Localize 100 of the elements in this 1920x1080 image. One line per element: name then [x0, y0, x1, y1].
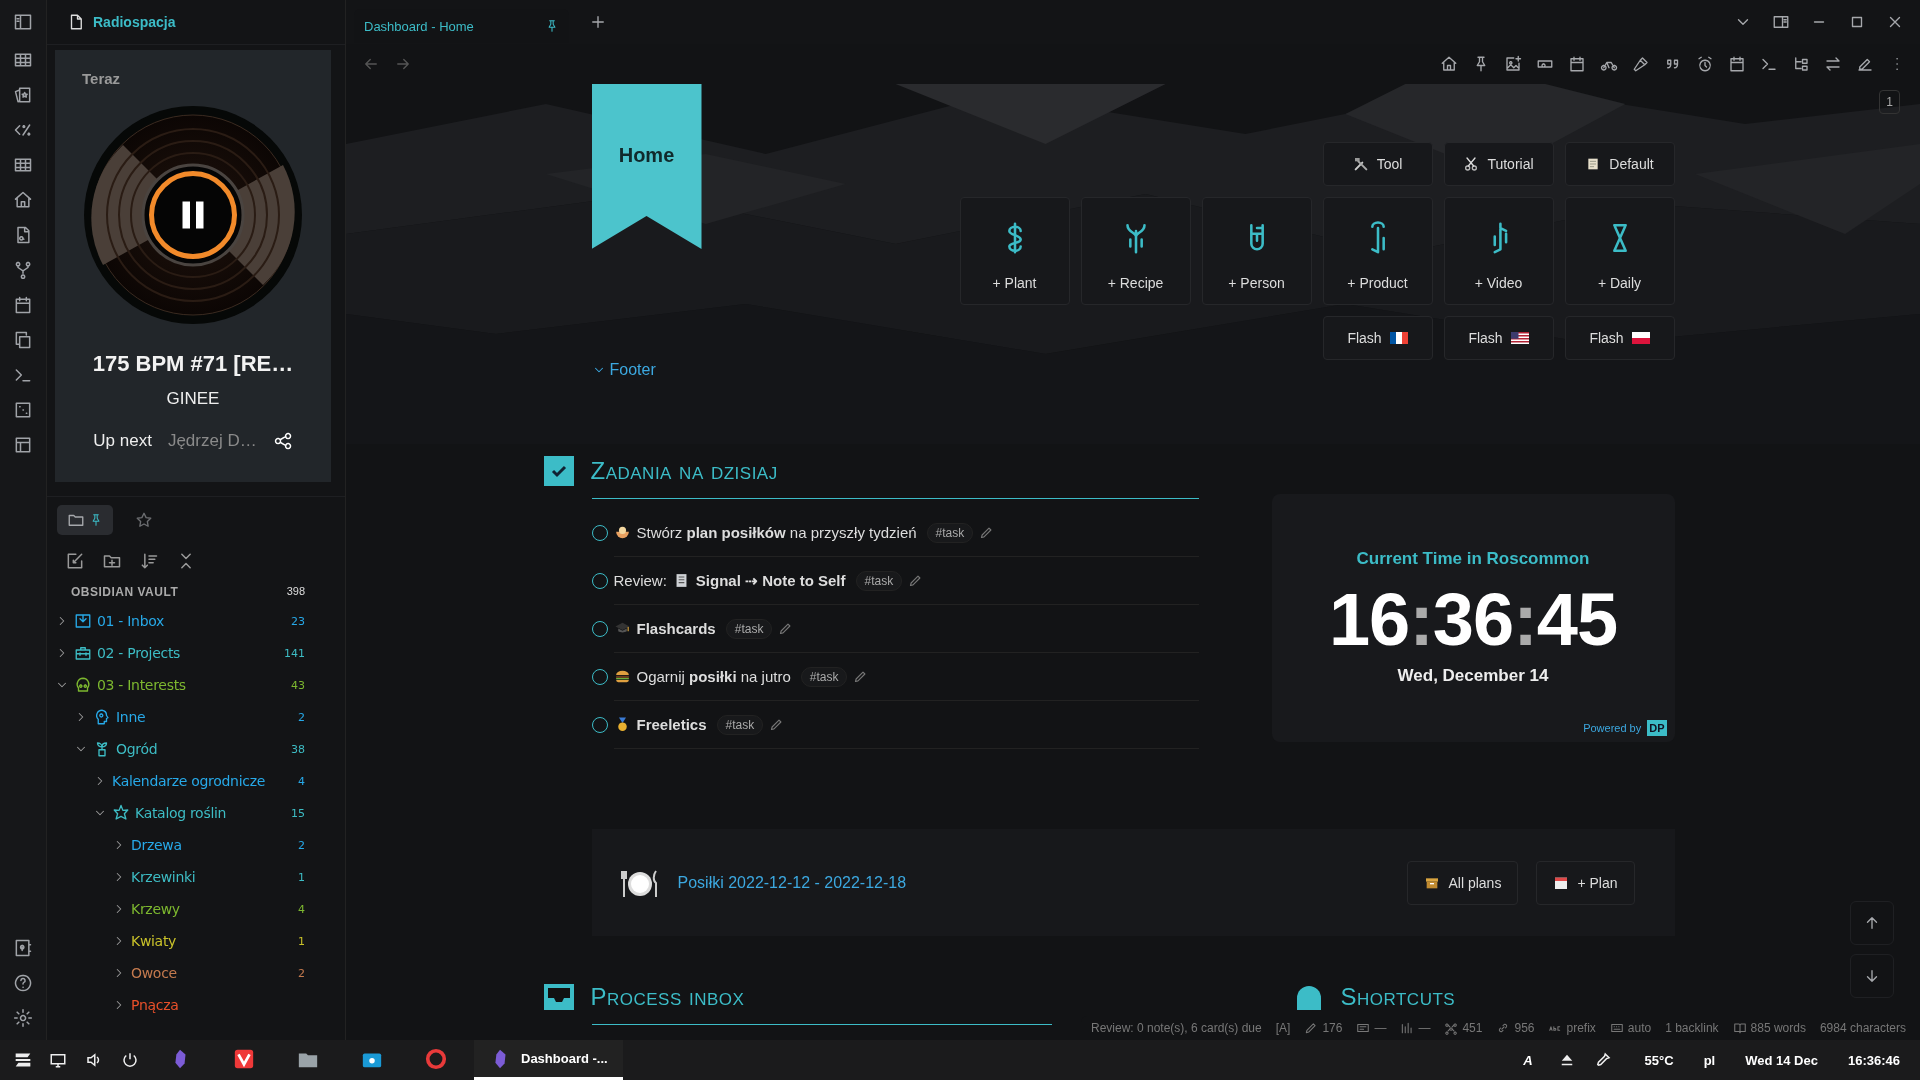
tree-icon[interactable]: [1792, 55, 1810, 73]
table-icon[interactable]: [13, 50, 33, 70]
help-icon[interactable]: [13, 973, 33, 993]
status-text[interactable]: 451: [1462, 1021, 1483, 1035]
clock-title: Current Time in Roscommon: [1356, 549, 1590, 569]
flashcards-button[interactable]: Flash: [1443, 316, 1554, 360]
folder-name[interactable]: Krzewinki: [131, 869, 196, 885]
create-button[interactable]: + Plant: [959, 197, 1070, 305]
task-tag[interactable]: #task: [926, 522, 974, 543]
folder-name[interactable]: Kalendarze ogrodnicze: [112, 773, 265, 789]
calendar-icon[interactable]: [1728, 55, 1746, 73]
powered-by-text: Powered by: [1583, 722, 1642, 734]
language[interactable]: pl: [1703, 1052, 1716, 1068]
status-text[interactable]: 6984 characters: [1819, 1021, 1906, 1035]
meal-plan-button[interactable]: All plans: [1407, 860, 1519, 905]
table-icon[interactable]: [13, 155, 33, 175]
calendar-icon[interactable]: [1568, 55, 1586, 73]
power-icon[interactable]: [121, 1051, 139, 1069]
time[interactable]: 16:36:46: [1847, 1052, 1900, 1068]
star-icon: [135, 511, 153, 529]
alarm-clock-icon[interactable]: [1696, 55, 1714, 73]
share-icon[interactable]: [272, 431, 293, 451]
settings-icon[interactable]: [13, 1008, 33, 1028]
note-title[interactable]: Radiospacja: [93, 14, 176, 30]
note-count: 4: [298, 902, 305, 916]
status-text[interactable]: 956: [1514, 1021, 1535, 1035]
status-text[interactable]: 1 backlink: [1665, 1021, 1719, 1035]
cards-icon[interactable]: [13, 85, 33, 105]
status-text[interactable]: [A]: [1275, 1021, 1291, 1035]
vault-icon[interactable]: [13, 938, 33, 958]
status-text[interactable]: 176: [1322, 1021, 1343, 1035]
inbox-icon: [543, 984, 574, 1010]
note-count: 2: [298, 838, 305, 852]
folder-name[interactable]: Ogród: [116, 741, 158, 757]
folder-name[interactable]: Drzewa: [131, 837, 182, 853]
status-text[interactable]: Review: 0 note(s), 6 card(s) due: [1090, 1021, 1262, 1035]
folder-name[interactable]: Inne: [116, 709, 146, 725]
create-button[interactable]: + Person: [1201, 197, 1312, 305]
home-icon[interactable]: [1440, 55, 1458, 73]
create-button[interactable]: + Video: [1443, 197, 1554, 305]
note-count: 43: [291, 678, 305, 692]
status-text[interactable]: prefix: [1566, 1021, 1596, 1035]
section-title: Process inbox: [590, 983, 745, 1011]
folder-name[interactable]: Pnącza: [131, 997, 179, 1013]
folder-name[interactable]: 03 - Interests: [97, 677, 186, 693]
split-view-icon[interactable]: [1772, 13, 1790, 31]
graph-icon[interactable]: [13, 260, 33, 280]
task-tag[interactable]: #task: [716, 714, 764, 735]
flashcards-button[interactable]: Flash: [1322, 316, 1433, 360]
flashcards-button[interactable]: Flash: [1564, 316, 1675, 360]
status-icon: [1304, 1021, 1319, 1035]
task-tag[interactable]: #task: [725, 618, 773, 639]
create-button[interactable]: + Daily: [1564, 197, 1675, 305]
calendar-icon[interactable]: [13, 295, 33, 315]
task-prefix: Review:: [613, 572, 667, 589]
task-emoji-icon: [613, 668, 631, 685]
files-tab[interactable]: [57, 505, 113, 535]
create-button[interactable]: + Product: [1322, 197, 1433, 305]
template-button[interactable]: Tool: [1322, 142, 1433, 186]
date[interactable]: Wed 14 Dec: [1745, 1052, 1818, 1068]
new-note-icon[interactable]: [65, 551, 85, 571]
folder-name[interactable]: Owoce: [131, 965, 177, 981]
hammer-icon[interactable]: [1632, 55, 1650, 73]
meal-plan-button[interactable]: + Plan: [1536, 860, 1635, 905]
swap-icon[interactable]: [1824, 55, 1842, 73]
section-title: Shortcuts: [1340, 983, 1456, 1011]
sidebar-toggle-icon[interactable]: [13, 12, 33, 32]
home-icon[interactable]: [13, 190, 33, 210]
layout-icon[interactable]: [13, 435, 33, 455]
template-button[interactable]: Default: [1564, 142, 1675, 186]
folder-name[interactable]: 01 - Inbox: [97, 613, 165, 629]
create-button[interactable]: + Recipe: [1080, 197, 1191, 305]
folder-name[interactable]: 02 - Projects: [97, 645, 181, 661]
task-tag[interactable]: #task: [855, 570, 903, 591]
meal-plan-link[interactable]: Posiłki 2022-12-12 - 2022-12-18: [677, 873, 907, 892]
monitor-icon[interactable]: [49, 1051, 67, 1069]
status-text[interactable]: —: [1418, 1021, 1431, 1035]
status-text[interactable]: 885 words: [1750, 1021, 1806, 1035]
scroll-up-button[interactable]: [1850, 901, 1894, 945]
footer-link[interactable]: Footer: [591, 361, 656, 379]
folder-name[interactable]: Kwiaty: [131, 933, 177, 949]
folder-icon: [93, 708, 111, 726]
keyboard-layout[interactable]: A: [1523, 1052, 1533, 1068]
template-button[interactable]: Tutorial: [1443, 142, 1554, 186]
flag-icon: [1510, 332, 1529, 344]
folder-name[interactable]: Katalog roślin: [135, 805, 227, 821]
folder-name[interactable]: Krzewy: [131, 901, 180, 917]
task-tag[interactable]: #task: [800, 666, 848, 687]
dice-icon[interactable]: [13, 400, 33, 420]
taskbar-app[interactable]: Dashboard -...: [474, 1040, 623, 1080]
sort-icon[interactable]: [139, 551, 159, 571]
scroll-down-button[interactable]: [1850, 954, 1894, 998]
new-tab-icon[interactable]: [589, 13, 607, 31]
folder-icon: [74, 644, 92, 662]
status-text[interactable]: —: [1374, 1021, 1387, 1035]
temperature[interactable]: 55°C: [1644, 1052, 1674, 1068]
status-text[interactable]: auto: [1627, 1021, 1652, 1035]
image-icon[interactable]: [1504, 55, 1522, 73]
copy-icon[interactable]: [13, 330, 33, 350]
status-icon: [1356, 1021, 1371, 1035]
